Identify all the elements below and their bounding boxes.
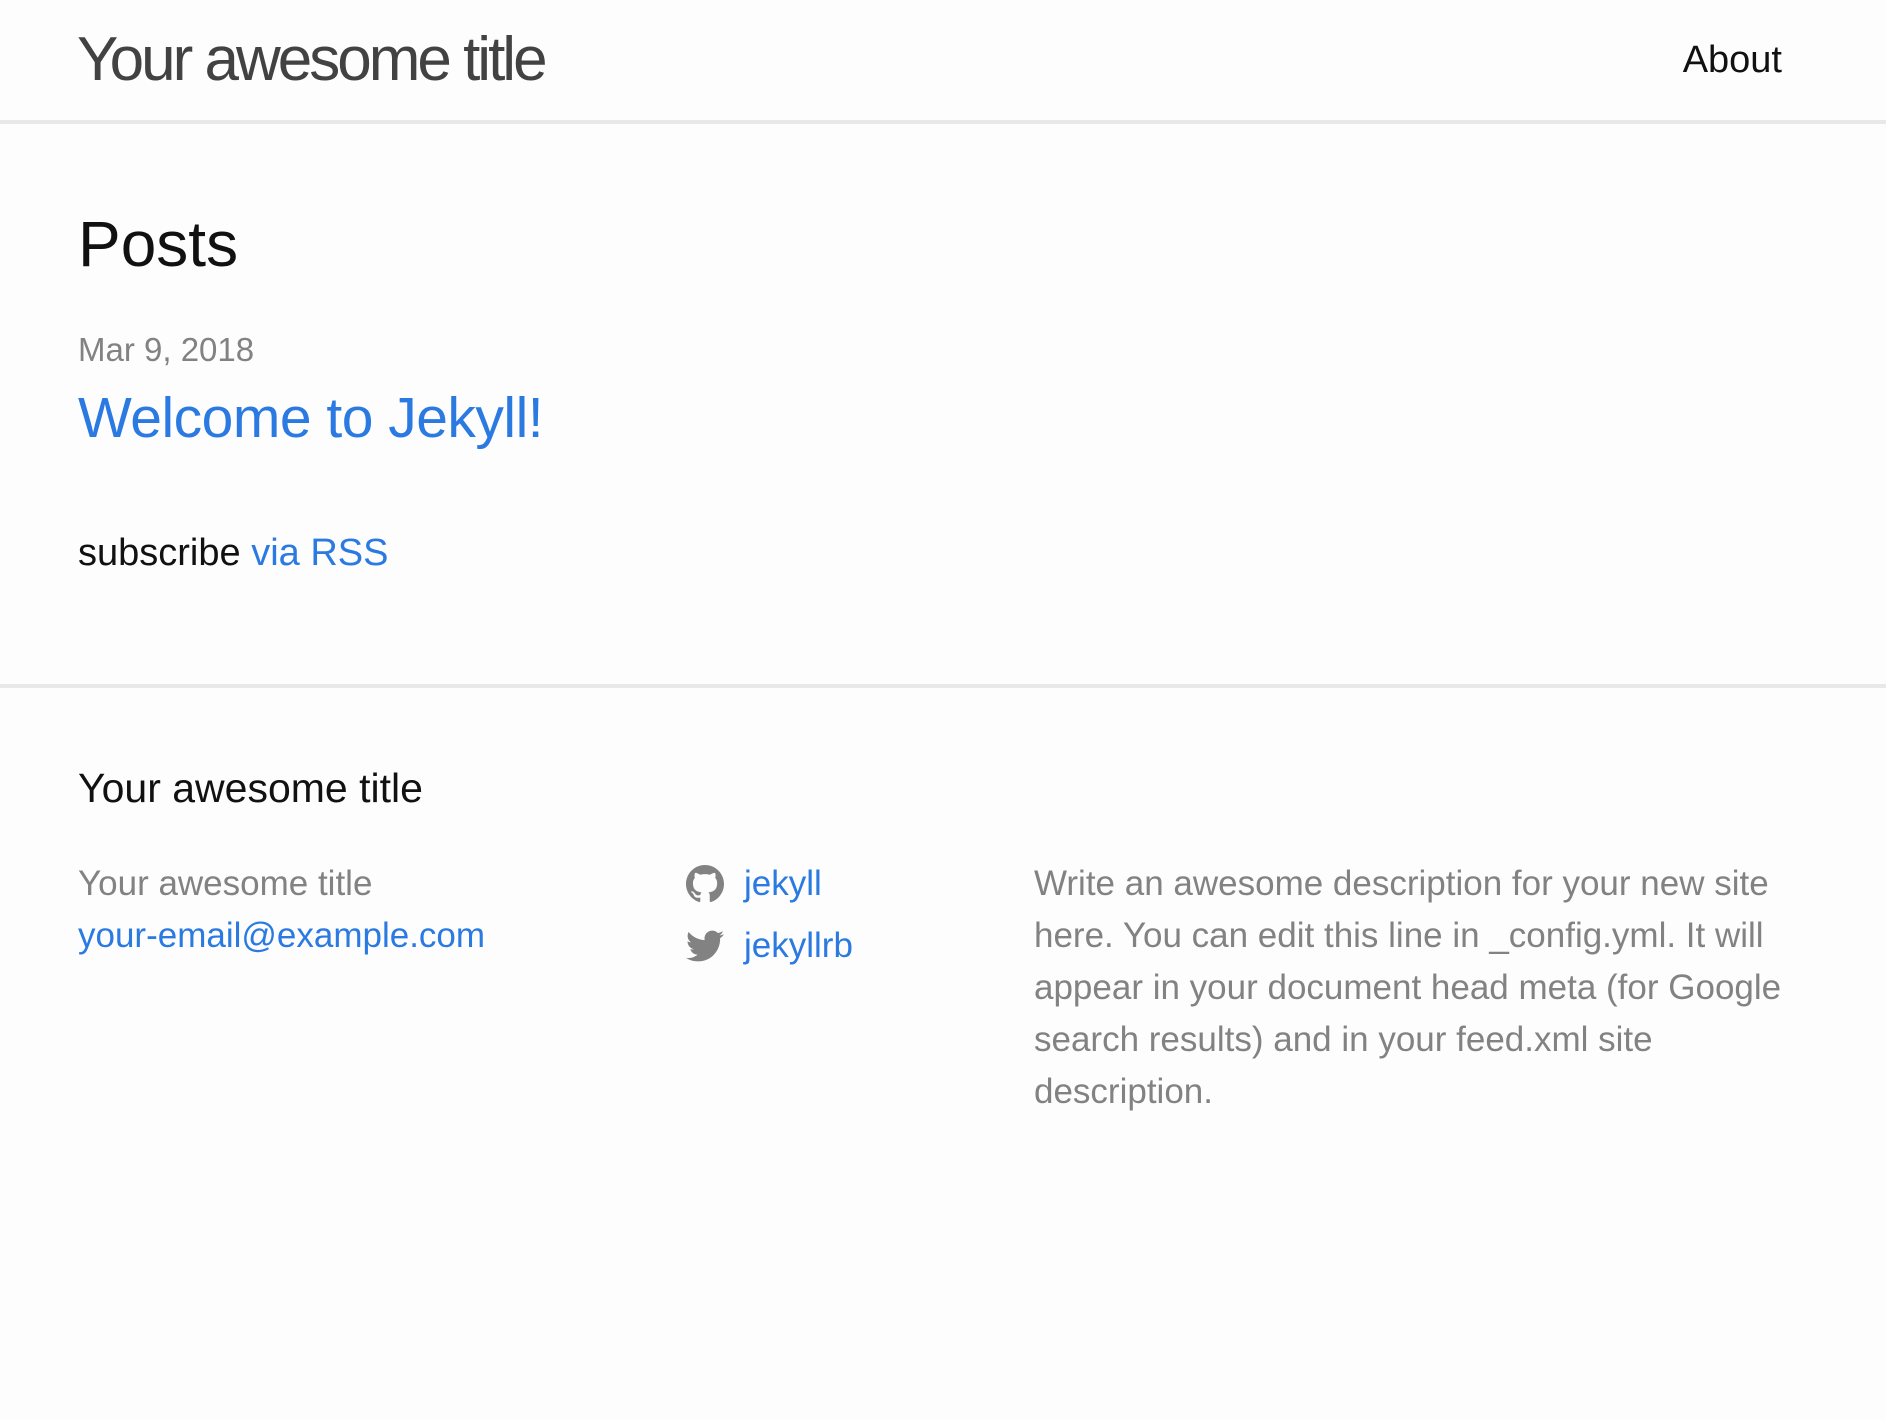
footer-social-column: jekyll jekyllrb xyxy=(686,858,853,982)
nav-link-about[interactable]: About xyxy=(1683,38,1782,82)
site-footer: Your awesome title Your awesome title yo… xyxy=(0,684,1886,1420)
github-link[interactable]: jekyll xyxy=(744,858,822,910)
social-item-github: jekyll xyxy=(686,858,853,910)
rss-link[interactable]: via RSS xyxy=(251,532,388,574)
site-title-link[interactable]: Your awesome title xyxy=(77,24,548,96)
rss-subscribe: subscribe via RSS xyxy=(78,530,388,576)
site-description: Write an awesome description for your ne… xyxy=(1034,864,1782,1111)
post-date: Mar 9, 2018 xyxy=(78,331,255,368)
site-header: Your awesome title About xyxy=(0,0,1886,124)
footer-contact-column: Your awesome title your-email@example.co… xyxy=(78,858,485,962)
social-item-twitter: jekyllrb xyxy=(686,920,853,972)
footer-email-link[interactable]: your-email@example.com xyxy=(78,910,485,962)
footer-site-name: Your awesome title xyxy=(78,864,373,903)
twitter-link[interactable]: jekyllrb xyxy=(744,920,853,972)
rss-prefix-text: subscribe xyxy=(78,532,241,574)
posts-heading: Posts xyxy=(78,208,239,280)
github-icon xyxy=(686,865,724,903)
post-title-link[interactable]: Welcome to Jekyll! xyxy=(78,384,544,452)
footer-heading: Your awesome title xyxy=(78,765,423,811)
twitter-icon xyxy=(686,927,724,965)
